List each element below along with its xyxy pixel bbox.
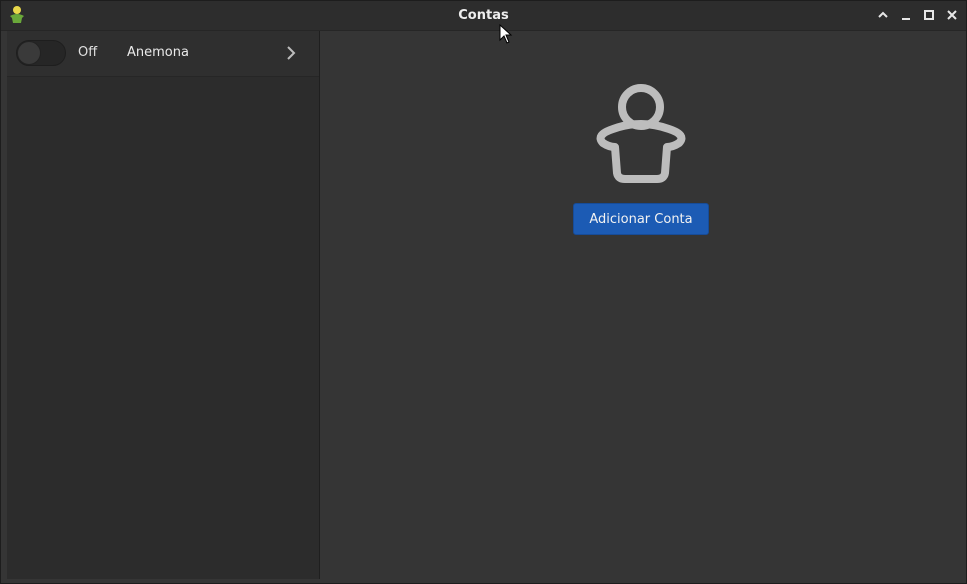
toggle-state-label: Off — [78, 45, 98, 60]
accounts-sidebar: Off Anemona — [7, 31, 320, 579]
chevron-right-icon[interactable] — [284, 44, 298, 62]
minimize-button[interactable] — [898, 7, 914, 23]
minimize-icon — [902, 18, 910, 20]
accounts-window: Contas Off Anemona Adicionar Conta — [0, 0, 967, 584]
titlebar[interactable]: Contas — [1, 1, 966, 31]
add-account-button[interactable]: Adicionar Conta — [573, 203, 709, 235]
close-icon — [947, 10, 957, 20]
shade-button[interactable] — [875, 7, 891, 23]
window-title: Contas — [458, 8, 509, 23]
close-button[interactable] — [944, 7, 960, 23]
mouse-cursor-icon — [499, 24, 513, 44]
maximize-icon — [924, 10, 934, 20]
user-avatar-icon — [596, 84, 686, 183]
maximize-button[interactable] — [921, 7, 937, 23]
chevron-up-icon — [878, 11, 888, 18]
toggle-knob — [17, 41, 41, 65]
account-row[interactable]: Off Anemona — [7, 31, 319, 77]
account-enable-toggle[interactable] — [16, 40, 66, 66]
account-name: Anemona — [127, 45, 189, 60]
